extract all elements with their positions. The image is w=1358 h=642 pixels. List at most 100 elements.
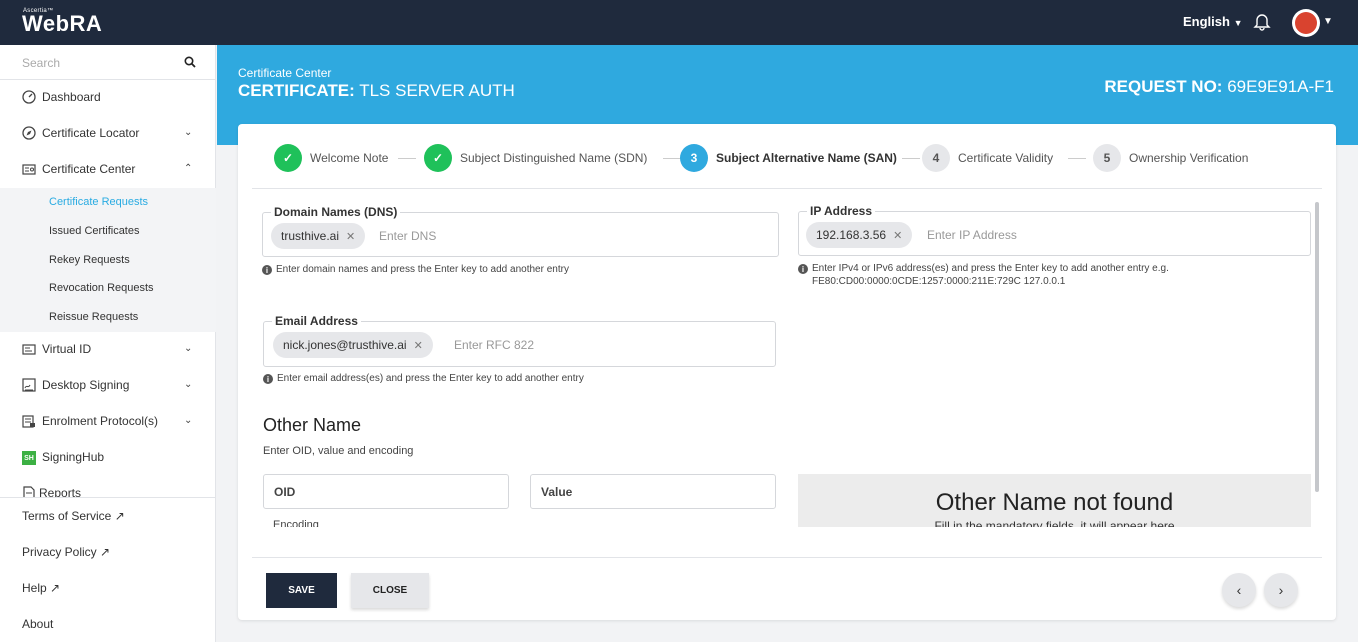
external-link-icon: ↗ [100, 545, 111, 559]
divider [252, 557, 1322, 558]
empty-state-subtitle: Fill in the mandatory fields, it will ap… [934, 519, 1175, 527]
about-link[interactable]: About [22, 617, 53, 631]
save-button[interactable]: SAVE [266, 573, 337, 608]
search-placeholder: Search [22, 56, 61, 70]
step-label: Subject Distinguished Name (SDN) [460, 151, 648, 165]
dns-field[interactable]: Domain Names (DNS) trusthive.ai ✕ Enter D… [262, 205, 779, 257]
step-connector [902, 158, 920, 159]
sidebar-item-signinghub[interactable]: SH SigningHub [0, 439, 216, 475]
sidebar-item-label: Desktop Signing [42, 378, 130, 392]
report-icon [23, 486, 35, 497]
avatar[interactable] [1292, 9, 1320, 37]
app-logo[interactable]: Ascertia™ WebRA [22, 8, 102, 36]
sidebar-item-label: Certificate Locator [42, 126, 140, 140]
step-number: 4 [922, 144, 950, 172]
sidebar-item-dashboard[interactable]: Dashboard [0, 79, 216, 115]
sidebar-item-virtual-id[interactable]: Virtual ID ⌄ [0, 331, 216, 367]
oid-input[interactable]: OID [263, 474, 509, 509]
step-connector [398, 158, 416, 159]
info-icon: i [263, 374, 273, 384]
step-label: Ownership Verification [1129, 151, 1249, 165]
other-name-subtitle: Enter OID, value and encoding [263, 445, 414, 457]
link-label: Terms of Service [22, 509, 112, 523]
ip-input[interactable]: Enter IP Address [927, 228, 1017, 242]
sidebar-footer: Terms of Service ↗ Privacy Policy ↗ Help… [0, 497, 216, 642]
step-number: 5 [1093, 144, 1121, 172]
check-icon: ✓ [274, 144, 302, 172]
certificate-center-submenu: Certificate Requests Issued Certificates… [0, 188, 216, 332]
signing-icon [22, 378, 36, 392]
submenu-item-reissue-requests[interactable]: Reissue Requests [49, 311, 138, 323]
submenu-item-issued-certificates[interactable]: Issued Certificates [49, 225, 139, 237]
external-link-icon: ↗ [114, 509, 125, 523]
step-san[interactable]: 3 Subject Alternative Name (SAN) [680, 144, 897, 172]
sidebar-item-label: Virtual ID [42, 342, 92, 356]
submenu-item-rekey-requests[interactable]: Rekey Requests [49, 254, 130, 266]
value-input[interactable]: Value [530, 474, 776, 509]
dashboard-icon [22, 90, 36, 104]
sidebar-item-certificate-center[interactable]: Certificate Center ⌃ [0, 151, 216, 187]
chip-text: 192.168.3.56 [816, 228, 887, 242]
sidebar-item-certificate-locator[interactable]: Certificate Locator ⌄ [0, 115, 216, 151]
divider [252, 188, 1322, 189]
close-icon[interactable]: ✕ [346, 230, 355, 243]
ip-address-field[interactable]: IP Address 192.168.3.56 ✕ Enter IP Addres… [798, 204, 1311, 256]
info-icon: i [798, 264, 808, 274]
page-title-text: TLS SERVER AUTH [359, 81, 515, 100]
step-label: Certificate Validity [958, 151, 1054, 165]
sidebar-item-reports[interactable]: Reports [0, 475, 216, 497]
sidebar-item-enrolment-protocols[interactable]: Enrolment Protocol(s) ⌄ [0, 403, 216, 439]
step-sdn[interactable]: ✓ Subject Distinguished Name (SDN) [424, 144, 647, 172]
help-link[interactable]: Help ↗ [22, 581, 60, 595]
dns-input[interactable]: Enter DNS [379, 229, 436, 243]
step-certificate-validity[interactable]: 4 Certificate Validity [922, 144, 1053, 172]
close-icon[interactable]: ✕ [414, 339, 423, 352]
dns-chip[interactable]: trusthive.ai ✕ [271, 223, 366, 249]
compass-icon [22, 126, 36, 140]
dns-hint: i Enter domain names and press the Enter … [262, 264, 569, 275]
sidebar: Search Dashboard Certificate Locator ⌄ C… [0, 45, 216, 642]
email-field[interactable]: Email Address nick.jones@trusthive.ai ✕ E… [263, 314, 776, 367]
encoding-label[interactable]: Encoding [273, 519, 319, 527]
privacy-policy-link[interactable]: Privacy Policy ↗ [22, 545, 110, 559]
step-welcome-note[interactable]: ✓ Welcome Note [274, 144, 388, 172]
dns-label: Domain Names (DNS) [271, 205, 401, 219]
scrollbar[interactable] [1315, 202, 1319, 492]
email-input[interactable]: Enter RFC 822 [454, 338, 534, 352]
hint-text: Enter IPv4 or IPv6 address(es) and press… [812, 263, 1169, 290]
submenu-item-certificate-requests[interactable]: Certificate Requests [49, 196, 148, 208]
previous-button[interactable]: ‹ [1222, 573, 1256, 607]
step-connector [663, 158, 681, 159]
close-icon[interactable]: ✕ [893, 229, 902, 242]
language-selector[interactable]: English ▼ [1183, 14, 1243, 29]
chip-text: trusthive.ai [281, 229, 340, 243]
step-ownership-verification[interactable]: 5 Ownership Verification [1093, 144, 1248, 172]
chevron-left-icon: ‹ [1236, 582, 1242, 598]
ip-hint: i Enter IPv4 or IPv6 address(es) and pres… [798, 263, 1218, 290]
search-input[interactable]: Search [0, 45, 216, 80]
other-name-title: Other Name [263, 415, 362, 435]
search-icon[interactable] [184, 56, 196, 68]
sidebar-item-label: Dashboard [42, 90, 101, 104]
protocol-icon [22, 415, 35, 428]
terms-of-service-link[interactable]: Terms of Service ↗ [22, 509, 125, 523]
email-chip[interactable]: nick.jones@trusthive.ai ✕ [273, 332, 433, 358]
wizard-stepper: ✓ Welcome Note ✓ Subject Distinguished N… [238, 124, 1336, 189]
hint-text: Enter domain names and press the Enter k… [276, 264, 569, 275]
chevron-down-icon[interactable]: ▼ [1323, 16, 1333, 27]
next-button[interactable]: › [1264, 573, 1298, 607]
bell-icon[interactable] [1252, 11, 1272, 36]
sidebar-item-desktop-signing[interactable]: Desktop Signing ⌄ [0, 367, 216, 403]
request-number: REQUEST NO: 69E9E91A-F1 [1104, 77, 1334, 97]
id-card-icon [22, 344, 36, 355]
breadcrumb: Certificate Center [238, 66, 332, 80]
wizard-card: ✓ Welcome Note ✓ Subject Distinguished N… [238, 124, 1336, 620]
hint-text: Enter email address(es) and press the En… [277, 373, 584, 384]
close-button[interactable]: CLOSE [351, 573, 429, 608]
ip-chip[interactable]: 192.168.3.56 ✕ [806, 222, 913, 248]
sidebar-item-label: Enrolment Protocol(s) [42, 414, 159, 428]
step-label: Welcome Note [310, 151, 389, 165]
submenu-item-revocation-requests[interactable]: Revocation Requests [49, 282, 154, 294]
link-label: Help [22, 581, 47, 595]
ip-label: IP Address [807, 204, 876, 218]
